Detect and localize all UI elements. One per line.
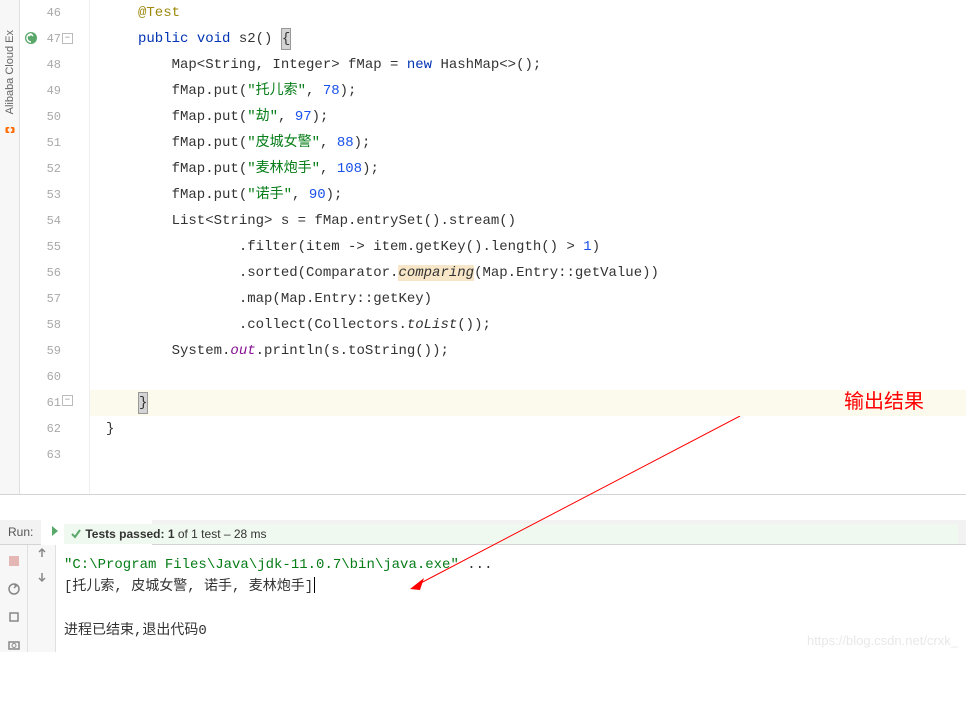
export-icon[interactable] xyxy=(35,546,49,560)
line-number: 58 xyxy=(47,312,61,338)
line-number: 55 xyxy=(47,234,61,260)
watermark: https://blog.csdn.net/crxk_ xyxy=(807,633,958,648)
matched-brace: { xyxy=(281,28,291,50)
line-number: 57 xyxy=(47,286,61,312)
line-number: 46 xyxy=(47,0,61,26)
tool-window-bar-left[interactable]: Alibaba Cloud Ex xyxy=(0,0,20,494)
line-number: 51 xyxy=(47,130,61,156)
annotation-output-label: 输出结果 xyxy=(844,385,924,414)
editor-area: Alibaba Cloud Ex 46 47 − 48 49 50 51 52 … xyxy=(0,0,966,495)
rerun-failed-icon[interactable] xyxy=(7,582,21,596)
line-number: 50 xyxy=(47,104,61,130)
annotation: @Test xyxy=(138,5,180,21)
console-output[interactable]: Tests passed: 1 of 1 test – 28 ms "C:\Pr… xyxy=(56,520,966,652)
line-number: 49 xyxy=(47,78,61,104)
stop-icon[interactable] xyxy=(7,554,21,568)
line-number: 53 xyxy=(47,182,61,208)
line-number: 63 xyxy=(47,442,61,468)
gutter[interactable]: 46 47 − 48 49 50 51 52 53 54 55 56 57 58… xyxy=(20,0,90,494)
camera-icon[interactable] xyxy=(7,638,21,652)
tests-status-bar: Tests passed: 1 of 1 test – 28 ms xyxy=(64,524,958,544)
line-number: 59 xyxy=(47,338,61,364)
line-number: 52 xyxy=(47,156,61,182)
line-number: 48 xyxy=(47,52,61,78)
import-icon[interactable] xyxy=(35,570,49,584)
code-editor[interactable]: @Test public void s2() { Map<String, Int… xyxy=(90,0,966,494)
fold-toggle-icon[interactable]: − xyxy=(62,395,73,406)
line-number: 56 xyxy=(47,260,61,286)
cloud-toolkit-label[interactable]: Alibaba Cloud Ex xyxy=(4,30,16,114)
fold-toggle-icon[interactable]: − xyxy=(62,33,73,44)
run-tool-window: Run: TestPool.s2 × » Tests passed: 1 of … xyxy=(0,520,966,702)
console-line: [托儿索, 皮城女警, 诺手, 麦林炮手] xyxy=(64,576,958,598)
toggle-auto-icon[interactable] xyxy=(7,610,21,624)
check-icon xyxy=(70,528,82,540)
alibaba-cloud-icon xyxy=(4,124,16,136)
line-number: 62 xyxy=(47,416,61,442)
line-number: 61 xyxy=(47,390,61,416)
current-line-highlight xyxy=(90,390,966,416)
console-line: "C:\Program Files\Java\jdk-11.0.7\bin\ja… xyxy=(64,554,958,576)
matched-brace: } xyxy=(138,392,148,414)
line-number: 54 xyxy=(47,208,61,234)
line-number: 60 xyxy=(47,364,61,390)
line-number: 47 xyxy=(47,26,61,52)
run-label: Run: xyxy=(0,525,41,539)
run-test-icon[interactable] xyxy=(24,31,38,45)
